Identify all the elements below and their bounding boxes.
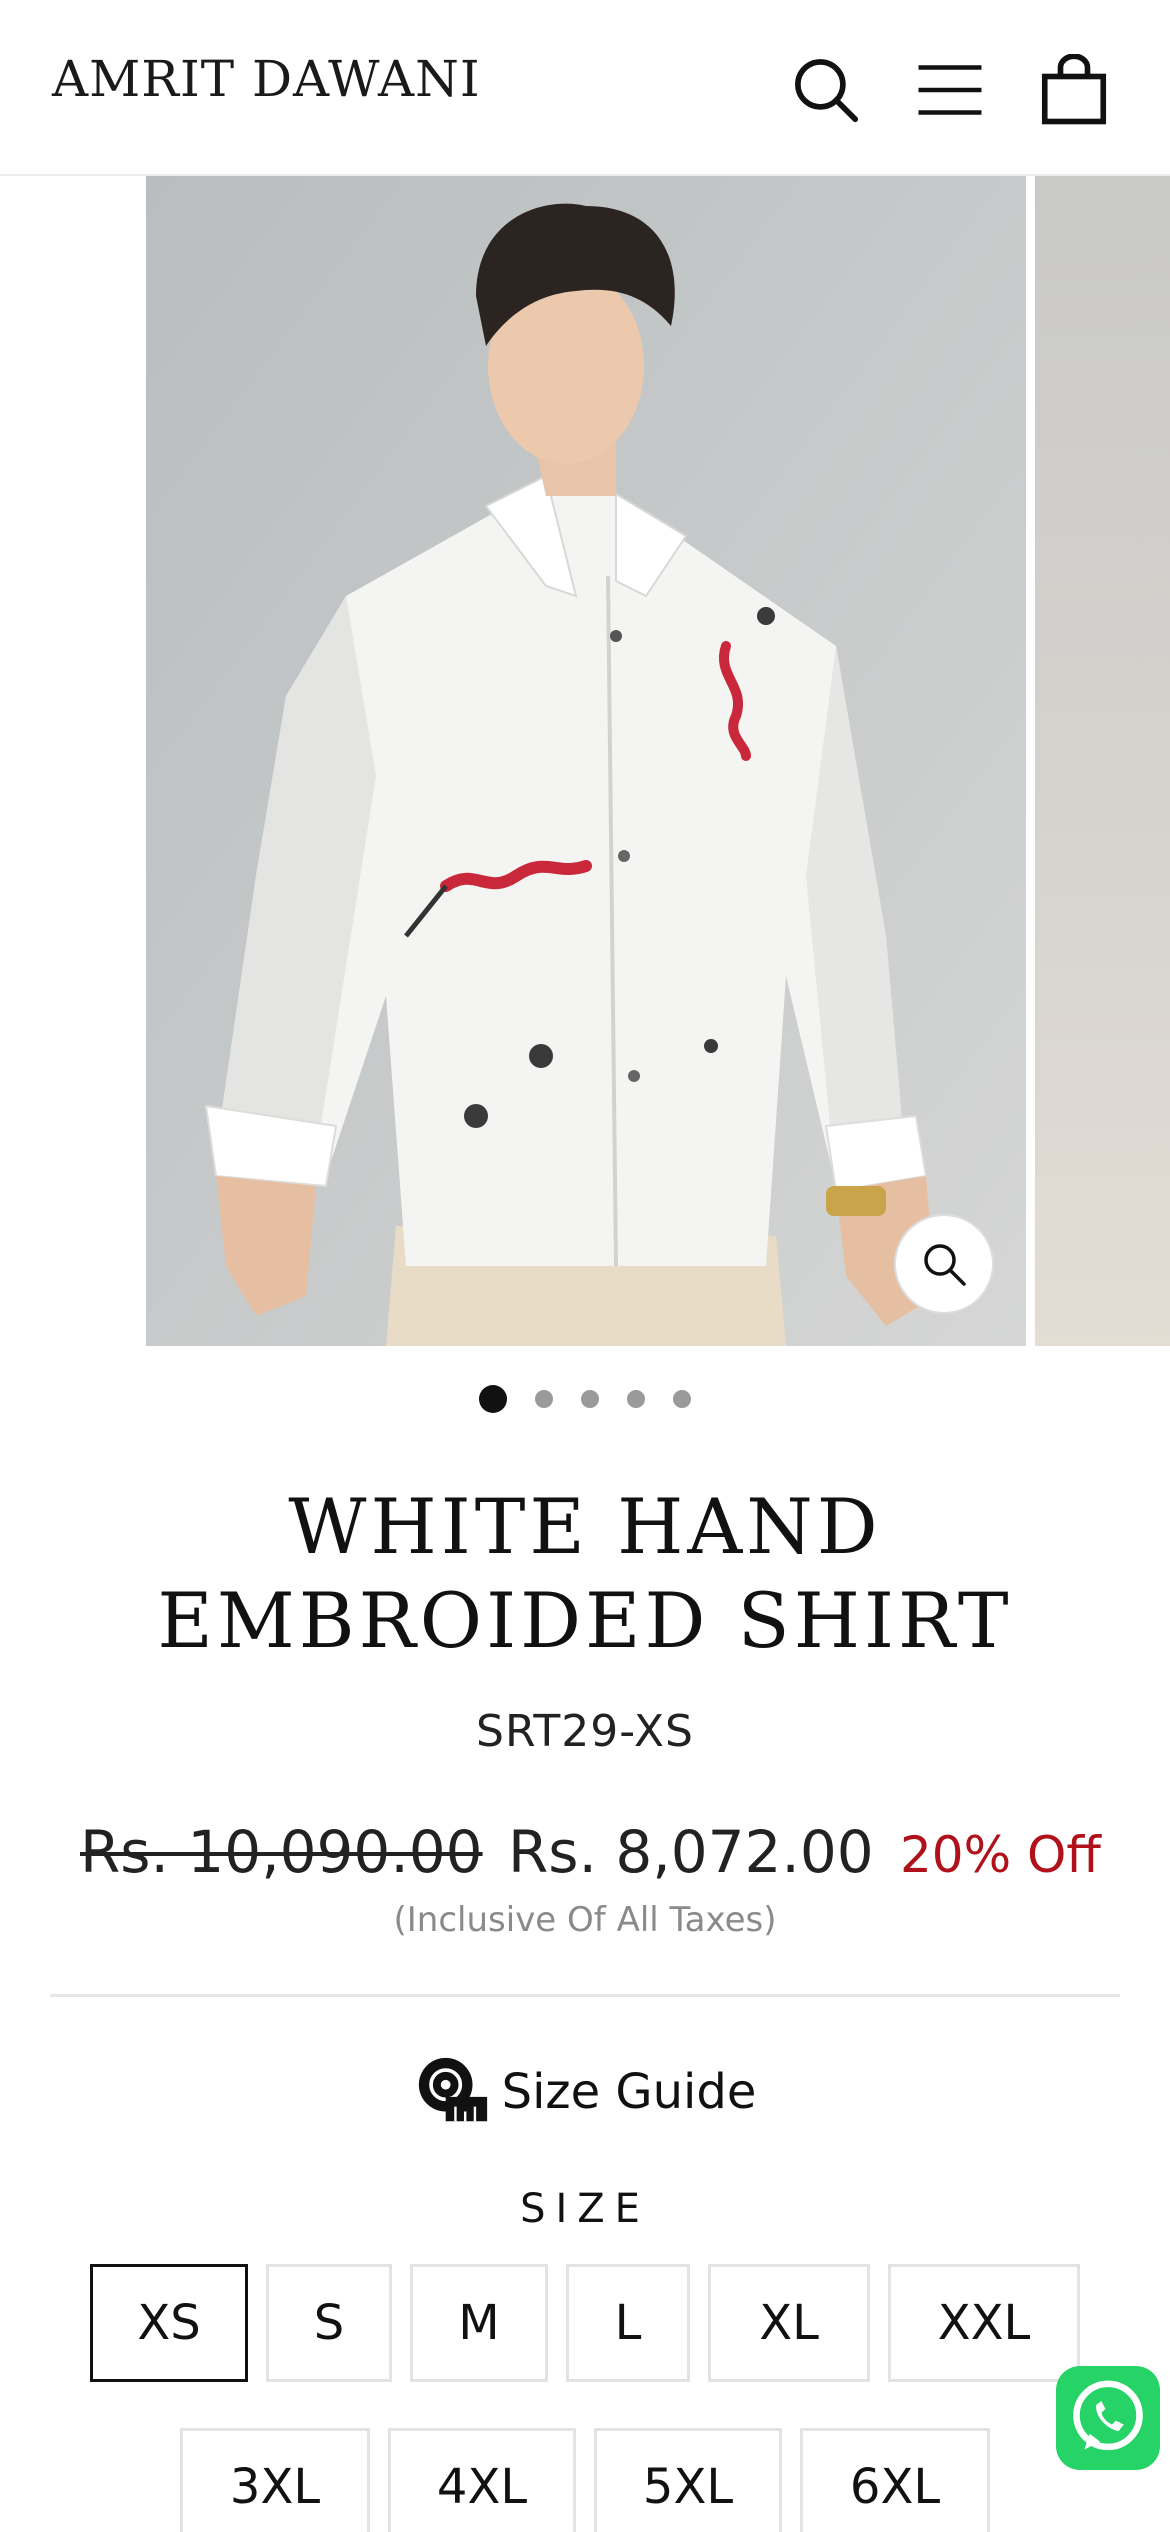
tax-note: (Inclusive Of All Taxes) <box>393 1900 777 1940</box>
size-option-xl[interactable]: XL <box>708 2264 870 2382</box>
menu-button[interactable] <box>910 50 990 130</box>
size-label: SIZE <box>520 2186 650 2232</box>
product-image-next[interactable] <box>1035 176 1170 1346</box>
product-image-main[interactable] <box>146 176 1026 1346</box>
divider <box>50 1994 1120 1997</box>
cart-icon <box>1041 54 1107 125</box>
search-icon <box>795 59 859 123</box>
size-option-m[interactable]: M <box>410 2264 548 2382</box>
carousel-dot-1[interactable] <box>479 1385 507 1413</box>
size-option-s[interactable]: S <box>266 2264 392 2382</box>
site-header: AMRIT DAWANI <box>0 0 1170 176</box>
brand-logo[interactable]: AMRIT DAWANI <box>52 50 481 108</box>
carousel-dot-2[interactable] <box>535 1390 553 1408</box>
measuring-tape-icon <box>418 2057 487 2122</box>
size-option-4xl[interactable]: 4XL <box>388 2428 576 2532</box>
whatsapp-icon <box>1073 2380 1143 2451</box>
carousel-dot-4[interactable] <box>627 1390 645 1408</box>
price-row: Rs. 10,090.00 Rs. 8,072.00 20% Off <box>0 1818 1170 1898</box>
search-button[interactable] <box>786 50 866 130</box>
size-option-xs[interactable]: XS <box>90 2264 248 2382</box>
carousel-dot-3[interactable] <box>581 1390 599 1408</box>
cart-button[interactable] <box>1034 50 1114 130</box>
product-gallery[interactable] <box>0 176 1170 1346</box>
carousel-dot-5[interactable] <box>673 1390 691 1408</box>
size-option-l[interactable]: L <box>566 2264 690 2382</box>
original-price: Rs. 10,090.00 <box>80 1818 483 1886</box>
zoom-button[interactable] <box>894 1214 994 1314</box>
zoom-icon <box>924 1244 966 1286</box>
size-option-xxl[interactable]: XXL <box>888 2264 1080 2382</box>
size-option-3xl[interactable]: 3XL <box>180 2428 370 2532</box>
product-sku: SRT29-XS <box>476 1706 694 1757</box>
product-photo <box>146 176 1026 1346</box>
sale-price: Rs. 8,072.00 <box>508 1818 874 1886</box>
carousel-dots <box>0 1384 1170 1414</box>
product-title: WHITE HAND EMBROIDED SHIRT <box>157 1482 1013 1665</box>
size-guide-label: Size Guide <box>501 2064 757 2120</box>
discount-badge: 20% Off <box>900 1826 1101 1884</box>
whatsapp-button[interactable] <box>1056 2366 1160 2470</box>
size-option-6xl[interactable]: 6XL <box>800 2428 990 2532</box>
size-option-5xl[interactable]: 5XL <box>594 2428 782 2532</box>
size-guide-link[interactable]: Size Guide <box>0 2050 1170 2134</box>
menu-icon <box>918 65 982 115</box>
